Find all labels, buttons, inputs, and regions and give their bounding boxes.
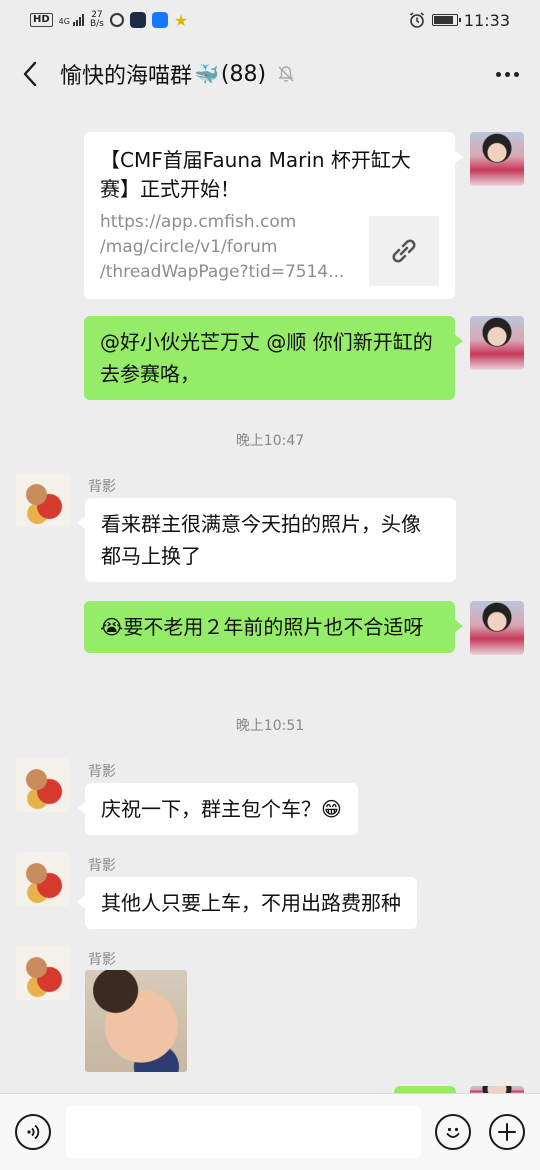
emoji-button[interactable] (435, 1114, 471, 1150)
clock-time: 11:33 (463, 10, 510, 30)
chat-title: 愉快的海喵群 🐳 (88) (60, 58, 266, 90)
link-thumbnail (369, 216, 439, 286)
message-input[interactable] (66, 1106, 421, 1158)
whale-emoji: 🐳 (194, 62, 219, 86)
sender-name: 背影 (88, 764, 116, 780)
message-text: 要不老用２年前的照片也不合适呀 (123, 615, 424, 639)
group-name: 愉快的海喵群 (60, 64, 193, 89)
signal-icon: 4G (59, 14, 84, 26)
more-dot-icon (504, 71, 510, 77)
message-text: 看来群主很满意今天拍的照片，头像都马上换了 (101, 512, 421, 568)
mute-bell-icon (278, 66, 294, 82)
avatar[interactable] (470, 601, 524, 655)
shield-app-icon (151, 12, 168, 28)
avatar[interactable] (470, 316, 524, 370)
avatar[interactable] (16, 758, 70, 812)
star-app-icon: ★ (173, 10, 189, 30)
message-text: 庆祝一下，群主包个车？ (101, 797, 321, 821)
chat-app-icon (109, 13, 124, 27)
network-type: 4G (58, 17, 70, 26)
image-message[interactable] (85, 970, 187, 1072)
message-timestamp: 晚上10:47 (235, 433, 305, 449)
smiley-icon (446, 1127, 460, 1138)
plus-icon (498, 1123, 516, 1141)
status-bar: HD 4G 27 B/s ★ 11:33 (0, 0, 540, 40)
message-timestamp: 晚上10:51 (235, 718, 305, 734)
avatar[interactable] (16, 852, 70, 906)
text-message[interactable]: 看来群主很满意今天拍的照片，头像都马上换了 (77, 498, 456, 582)
more-functions-button[interactable] (489, 1114, 525, 1150)
text-message[interactable]: 😭要不老用２年前的照片也不合适呀 (84, 601, 463, 653)
sender-name: 背影 (88, 479, 116, 495)
text-message[interactable]: @好小伙光芒万丈 @顺 你们新开缸的去参赛咯， (84, 316, 463, 400)
back-button[interactable] (18, 61, 42, 87)
link-card-message[interactable]: 【CMF首届Fauna Marin 杯开缸大赛】正式开始！ https://ap… (84, 132, 463, 299)
hd-indicator: HD (30, 13, 53, 27)
message-text: @好小伙光芒万丈 @顺 你们新开缸的去参赛咯， (100, 330, 433, 386)
sender-name: 背影 (88, 858, 116, 874)
alarm-icon (409, 12, 424, 28)
chat-header: 愉快的海喵群 🐳 (88) (0, 40, 540, 108)
more-dot-icon (513, 71, 519, 77)
voice-button[interactable] (15, 1114, 51, 1150)
network-speed: 27 B/s (89, 10, 104, 29)
member-count: (88) (220, 61, 267, 87)
more-dot-icon (495, 71, 501, 77)
avatar[interactable] (470, 132, 524, 186)
grin-emoji: 😁 (321, 797, 342, 821)
crying-emoji: 😭 (100, 615, 124, 639)
voice-icon (27, 1124, 40, 1140)
avatar[interactable] (16, 473, 70, 527)
browser-app-icon (129, 12, 146, 28)
avatar[interactable] (16, 946, 70, 1000)
sender-name: 背影 (88, 952, 116, 968)
more-options-button[interactable] (492, 62, 522, 86)
text-message[interactable]: 庆祝一下，群主包个车？😁 (77, 783, 358, 835)
text-message[interactable]: 其他人只要上车，不用出路费那种 (77, 877, 417, 929)
link-url: https://app.cmfish.com /mag/circle/v1/fo… (100, 212, 345, 282)
battery-icon (431, 14, 461, 26)
link-title: 【CMF首届Fauna Marin 杯开缸大赛】正式开始！ (100, 148, 411, 201)
link-icon (392, 239, 416, 263)
chevron-left-icon (23, 61, 37, 87)
message-text: 其他人只要上车，不用出路费那种 (101, 891, 401, 915)
input-bar (0, 1093, 540, 1170)
